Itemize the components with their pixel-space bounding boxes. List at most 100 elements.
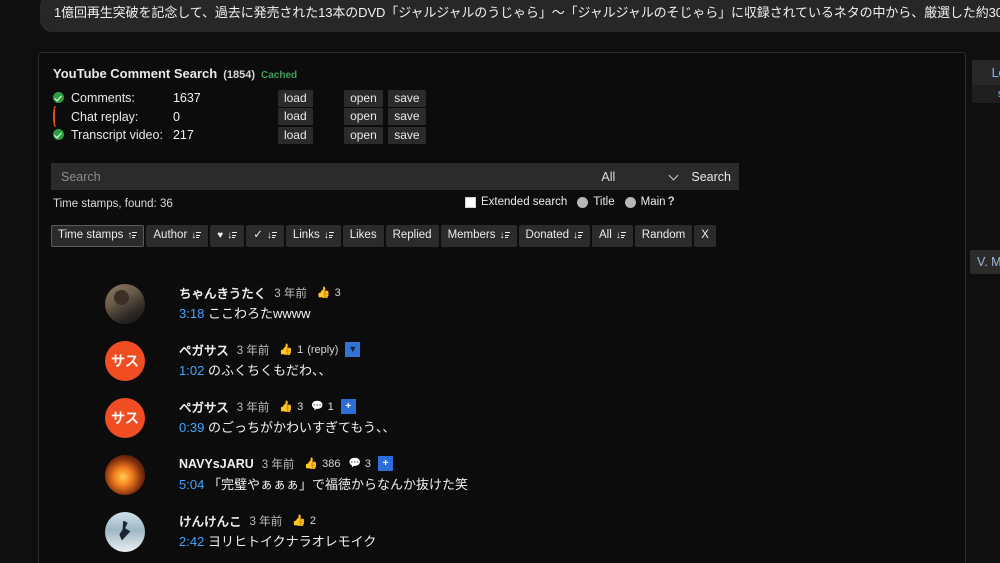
sort-descending-icon: ↓ <box>616 230 626 241</box>
open-transcript-button[interactable]: open <box>344 126 383 144</box>
sort-descending-icon: ↓ <box>267 230 277 241</box>
reply-label: (reply) <box>307 343 339 356</box>
search-scope-wrapper: All <box>599 169 682 184</box>
comment-meta: ちゃんきうたく 3 年前 👍 3 <box>179 283 341 302</box>
avatar[interactable] <box>105 283 145 324</box>
open-comments-button[interactable]: open <box>344 89 383 107</box>
title-label: Title <box>593 196 615 208</box>
reply-count: 3 <box>364 457 372 470</box>
comment-text: 1:02 のふくちくもだわ、、 <box>179 362 360 380</box>
like-count: 2 <box>309 514 316 527</box>
comment-body: ペガサス 3 年前 👍 3 💬 1 + 0:39 のごっちがかわいすぎてもう、、 <box>179 398 395 437</box>
open-chat-replay-button[interactable]: open <box>344 108 383 126</box>
comment-bubble-icon: 💬 <box>311 401 324 412</box>
status-row-comments: Comments: 1637 load open save <box>53 89 426 108</box>
avatar-initials: サス <box>111 352 139 369</box>
status-icon-cell <box>53 105 71 127</box>
timestamp-link[interactable]: 3:18 <box>179 306 204 321</box>
filter-likes-button[interactable]: Likes <box>342 225 384 247</box>
comment-body: NAVYsJARU 3 年前 👍 386 💬 3 + 5:04 「完璧やぁぁぁ」… <box>179 455 468 494</box>
filter-random-button[interactable]: Random <box>634 225 693 247</box>
search-input[interactable] <box>51 163 600 190</box>
found-count-text: Time stamps, found: 36 <box>53 198 173 210</box>
ycs-total-count: (1854) <box>223 69 256 81</box>
filter-label: Links <box>292 229 320 241</box>
comment-author[interactable]: けんけんこ <box>179 511 242 530</box>
expand-replies-badge[interactable]: + <box>340 399 356 414</box>
save-chat-replay-button[interactable]: save <box>388 108 426 126</box>
avatar[interactable] <box>105 454 145 495</box>
comment-author[interactable]: ペガサス <box>179 397 229 416</box>
video-menu-button[interactable]: V. M <box>970 250 1000 274</box>
comment-text: 0:39 のごっちがかわいすぎてもう、、 <box>179 419 395 437</box>
comment-meta: ペガサス 3 年前 👍 3 💬 1 + <box>179 398 395 415</box>
help-icon[interactable]: ? <box>668 196 675 208</box>
reply-count: 1 <box>327 400 334 413</box>
comment-text: 5:04 「完璧やぁぁぁ」で福徳からなんか抜けた笑 <box>179 476 468 494</box>
sort-descending-icon: ↓ <box>324 230 334 241</box>
avatar-initials: サス <box>111 409 139 426</box>
extended-search-label: Extended search <box>481 196 568 208</box>
load-chat-replay-button[interactable]: load <box>277 108 313 126</box>
load-comments-button[interactable]: load <box>277 89 313 107</box>
sort-descending-icon: ↓ <box>227 230 238 241</box>
search-submit-button[interactable]: Search <box>681 170 739 184</box>
filter-checked-button[interactable]: ✓ ↓ <box>246 225 284 247</box>
main-radio[interactable] <box>624 196 636 208</box>
filter-members-button[interactable]: Members ↓ <box>440 225 517 247</box>
comment-author[interactable]: ちゃんきうたく <box>179 283 266 302</box>
avatar[interactable]: サス <box>105 340 145 381</box>
filter-links-button[interactable]: Links ↓ <box>285 225 341 247</box>
comment-date: 3 年前 <box>236 344 270 357</box>
status-row-chat-replay: Chat replay: 0 load open save <box>53 105 426 127</box>
comment-author[interactable]: ペガサス <box>179 340 229 359</box>
extended-search-checkbox[interactable] <box>465 196 476 208</box>
like-count-group: 👍 3 <box>317 286 341 300</box>
close-icon: X <box>701 229 709 241</box>
load-transcript-button[interactable]: load <box>277 126 313 144</box>
comment-meta: NAVYsJARU 3 年前 👍 386 💬 3 + <box>179 455 468 472</box>
filter-label: Author <box>153 229 188 241</box>
video-description-text: 1億回再生突破を記念して、過去に発売された13本のDVD「ジャルジャルのうじゃら… <box>54 5 1000 20</box>
timestamp-link[interactable]: 1:02 <box>179 363 204 378</box>
avatar[interactable]: サス <box>105 397 145 438</box>
like-count: 3 <box>297 400 304 413</box>
expand-replies-badge[interactable]: + <box>378 456 394 471</box>
comment-body-text: ヨリヒトイクナラオレモイク <box>207 534 377 549</box>
video-description-banner[interactable]: 1億回再生突破を記念して、過去に発売された13本のDVD「ジャルジャルのうじゃら… <box>40 0 1000 32</box>
filter-label: Members <box>447 229 496 241</box>
expand-replies-badge[interactable]: ▼ <box>345 342 361 357</box>
status-buttons-transcript-video: load open save <box>277 126 426 145</box>
filter-clear-button[interactable]: X <box>694 225 716 247</box>
status-label-transcript-video: Transcript video: <box>71 128 163 143</box>
avatar[interactable] <box>105 511 145 552</box>
comment-meta: けんけんこ 3 年前 👍 2 <box>179 511 376 530</box>
sort-descending-icon: ↓ <box>500 230 510 241</box>
save-transcript-button[interactable]: save <box>388 126 426 144</box>
save-comments-button[interactable]: save <box>388 89 426 107</box>
search-scope-select[interactable]: All <box>599 169 682 184</box>
search-options: Extended search Title Main ? <box>465 196 675 208</box>
ycs-title: YouTube Comment Search <box>53 66 218 81</box>
load-status-panel[interactable]: Loa st <box>972 60 1000 103</box>
comment-author[interactable]: NAVYsJARU <box>179 457 254 471</box>
filter-time-stamps-button[interactable]: Time stamps ↑ <box>51 225 145 247</box>
filter-label: Replied <box>392 229 432 241</box>
filter-donated-button[interactable]: Donated ↓ <box>518 225 590 247</box>
title-radio[interactable] <box>577 196 589 208</box>
comment-list[interactable]: ちゃんきうたく 3 年前 👍 3 3:18 ここわろたwwww サス ペガサス … <box>51 275 951 563</box>
timestamp-link[interactable]: 0:39 <box>179 420 204 435</box>
check-circle-icon <box>53 92 64 104</box>
filter-replied-button[interactable]: Replied <box>385 225 439 247</box>
timestamp-link[interactable]: 2:42 <box>179 534 204 549</box>
screenshot-root: 1億回再生突破を記念して、過去に発売された13本のDVD「ジャルジャルのうじゃら… <box>0 0 1000 563</box>
comment-body: ちゃんきうたく 3 年前 👍 3 3:18 ここわろたwwww <box>179 284 341 323</box>
filter-hearted-button[interactable]: ♥ ↓ <box>210 225 245 247</box>
sort-ascending-icon: ↑ <box>127 230 138 241</box>
filter-author-button[interactable]: Author ↓ <box>146 225 209 247</box>
timestamp-link[interactable]: 5:04 <box>179 477 204 492</box>
filter-all-button[interactable]: All ↓ <box>592 225 633 247</box>
comment-item: NAVYsJARU 3 年前 👍 386 💬 3 + 5:04 「完璧やぁぁぁ」… <box>51 446 951 503</box>
comment-date: 3 年前 <box>236 401 270 414</box>
status-label-comments: Comments: <box>71 91 135 106</box>
